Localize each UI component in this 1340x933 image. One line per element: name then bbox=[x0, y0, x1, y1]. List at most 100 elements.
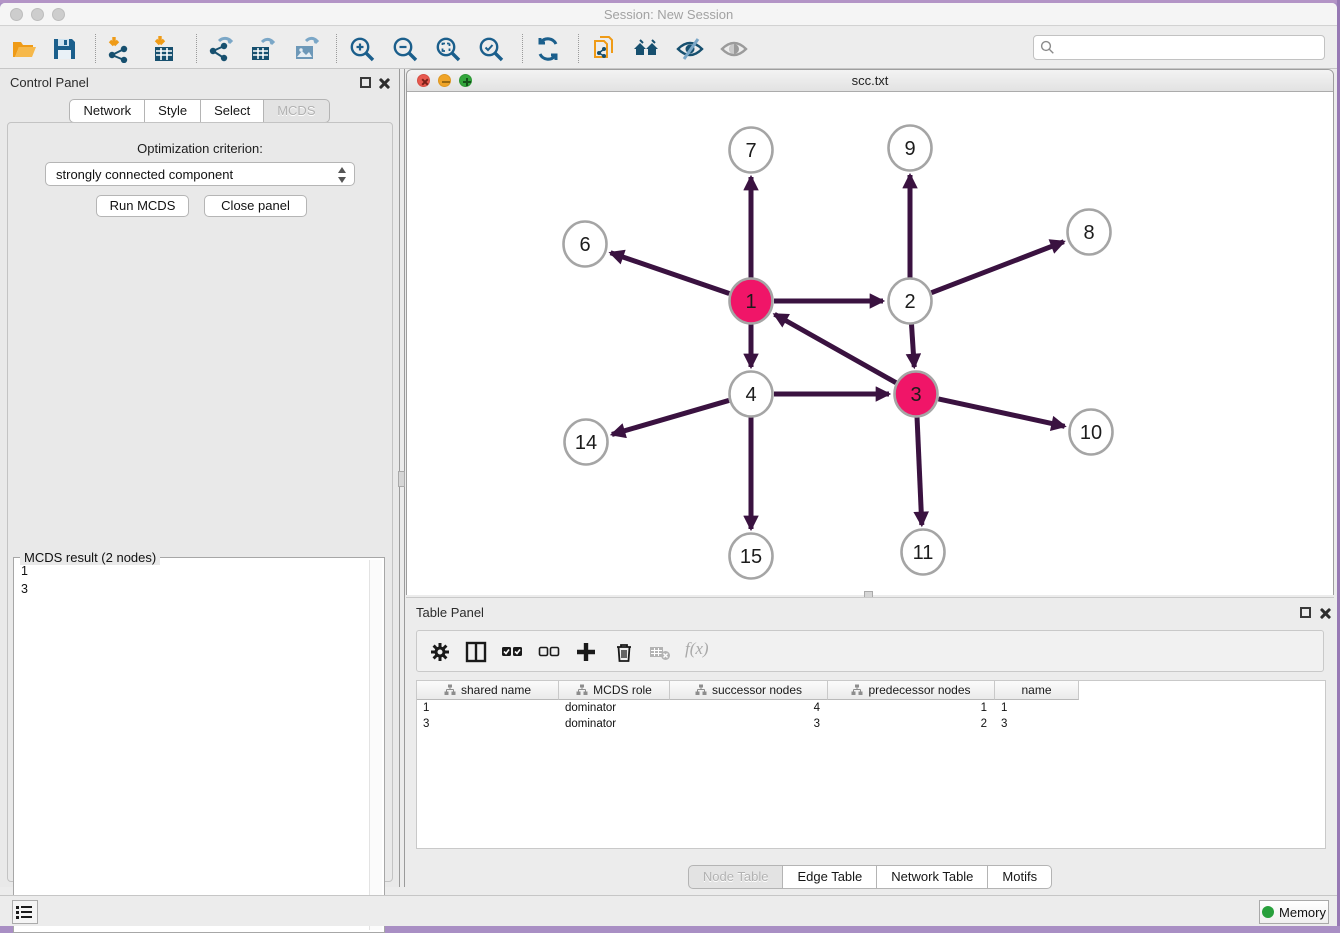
column-header-successor-nodes[interactable]: successor nodes bbox=[670, 681, 828, 700]
graph-node-label: 2 bbox=[904, 291, 915, 313]
open-session-icon[interactable] bbox=[10, 35, 38, 63]
delete-column-icon[interactable] bbox=[613, 641, 635, 663]
edge-4-14[interactable] bbox=[612, 400, 729, 434]
edge-3-11[interactable] bbox=[917, 417, 922, 525]
column-type-icon bbox=[576, 684, 588, 696]
table-row[interactable]: 3dominator323 bbox=[417, 716, 1325, 732]
optimization-criterion-label: Optimization criterion: bbox=[8, 141, 392, 156]
table-cell[interactable]: 2 bbox=[828, 716, 995, 732]
close-panel-icon[interactable] bbox=[377, 77, 390, 90]
titlebar: Session: New Session bbox=[0, 3, 1337, 26]
eye-disabled-icon bbox=[720, 35, 748, 63]
split-panel-icon[interactable] bbox=[465, 641, 487, 663]
table-panel: Table Panel bbox=[406, 597, 1334, 893]
edge-3-10[interactable] bbox=[938, 399, 1064, 426]
criterion-select[interactable]: strongly connected component bbox=[45, 162, 355, 186]
graph-node-label: 8 bbox=[1083, 222, 1094, 244]
zoom-out-icon[interactable] bbox=[391, 35, 419, 63]
save-session-icon[interactable] bbox=[50, 35, 78, 63]
graph-node-label: 7 bbox=[745, 140, 756, 162]
zoom-fit-icon[interactable] bbox=[434, 35, 462, 63]
export-image-icon[interactable] bbox=[292, 35, 320, 63]
run-mcds-button[interactable]: Run MCDS bbox=[96, 195, 189, 217]
edge-1-6[interactable] bbox=[611, 253, 730, 294]
select-all-icon[interactable] bbox=[501, 641, 523, 663]
tab-style[interactable]: Style bbox=[145, 99, 201, 123]
mcds-result-list[interactable]: 13 bbox=[14, 562, 384, 598]
export-table-icon[interactable] bbox=[248, 35, 276, 63]
column-type-icon bbox=[444, 684, 456, 696]
column-header-name[interactable]: name bbox=[995, 681, 1079, 700]
table-cell[interactable]: 3 bbox=[670, 716, 828, 732]
network-graph[interactable]: 7968124314101511 bbox=[407, 92, 1333, 595]
result-scrollbar[interactable] bbox=[369, 560, 382, 930]
memory-button[interactable]: Memory bbox=[1259, 900, 1329, 924]
zoom-selected-icon[interactable] bbox=[477, 35, 505, 63]
node-table-body: 1dominator4113dominator323 bbox=[417, 700, 1325, 732]
tab-mcds[interactable]: MCDS bbox=[264, 99, 329, 123]
table-cell[interactable]: 1 bbox=[995, 700, 1079, 716]
table-cell[interactable]: 1 bbox=[828, 700, 995, 716]
refresh-view-icon[interactable] bbox=[534, 35, 562, 63]
table-settings-icon[interactable] bbox=[429, 641, 451, 663]
network-canvas[interactable]: 7968124314101511 bbox=[407, 92, 1333, 595]
column-header-MCDS-role[interactable]: MCDS role bbox=[559, 681, 670, 700]
first-neighbors-icon[interactable] bbox=[632, 35, 660, 63]
table-cell[interactable]: 1 bbox=[417, 700, 559, 716]
table-cell[interactable]: dominator bbox=[559, 700, 670, 716]
network-window-titlebar: scc.txt bbox=[407, 70, 1333, 92]
import-table-icon[interactable] bbox=[150, 35, 178, 63]
table-tab-edge-table[interactable]: Edge Table bbox=[783, 865, 877, 889]
search-input[interactable] bbox=[1055, 36, 1324, 59]
mcds-result-box: MCDS result (2 nodes) 13 bbox=[13, 557, 385, 933]
add-column-icon[interactable] bbox=[575, 641, 597, 663]
zoom-in-icon[interactable] bbox=[348, 35, 376, 63]
node-table[interactable]: shared nameMCDS rolesuccessor nodesprede… bbox=[416, 680, 1326, 849]
graph-node-label: 3 bbox=[910, 384, 921, 406]
toolbar-separator bbox=[522, 34, 523, 63]
function-builder-icon: f(x) bbox=[685, 639, 707, 661]
edge-3-1[interactable] bbox=[775, 314, 896, 382]
main-toolbar bbox=[0, 27, 1337, 69]
table-cell[interactable]: 3 bbox=[995, 716, 1079, 732]
table-float-icon[interactable] bbox=[1300, 607, 1311, 618]
table-tab-network-table[interactable]: Network Table bbox=[877, 865, 988, 889]
criterion-select-value: strongly connected component bbox=[56, 167, 233, 182]
table-cell[interactable]: 4 bbox=[670, 700, 828, 716]
close-panel-button[interactable]: Close panel bbox=[204, 195, 307, 217]
toolbar-separator bbox=[336, 34, 337, 63]
edge-2-3[interactable] bbox=[911, 324, 914, 367]
column-type-icon bbox=[695, 684, 707, 696]
vertical-splitter-handle[interactable] bbox=[398, 471, 405, 487]
toolbar-separator bbox=[95, 34, 96, 63]
clone-network-icon[interactable] bbox=[590, 35, 618, 63]
table-cell[interactable]: dominator bbox=[559, 716, 670, 732]
table-cell[interactable]: 3 bbox=[417, 716, 559, 732]
table-tab-node-table[interactable]: Node Table bbox=[688, 865, 784, 889]
export-network-icon[interactable] bbox=[206, 35, 234, 63]
column-header-shared-name[interactable]: shared name bbox=[417, 681, 559, 700]
import-network-icon[interactable] bbox=[104, 35, 132, 63]
tab-network[interactable]: Network bbox=[69, 99, 145, 123]
graph-node-label: 9 bbox=[904, 138, 915, 160]
graph-node-label: 10 bbox=[1080, 422, 1102, 444]
task-history-button[interactable] bbox=[12, 900, 38, 924]
toolbar-separator bbox=[578, 34, 579, 63]
search-box[interactable] bbox=[1033, 35, 1325, 60]
unselect-all-icon[interactable] bbox=[538, 641, 560, 663]
float-panel-icon[interactable] bbox=[360, 77, 371, 88]
column-type-icon bbox=[851, 684, 863, 696]
network-window-title: scc.txt bbox=[407, 73, 1333, 88]
table-row[interactable]: 1dominator411 bbox=[417, 700, 1325, 716]
table-tab-motifs[interactable]: Motifs bbox=[988, 865, 1052, 889]
edge-2-8[interactable] bbox=[931, 242, 1063, 293]
memory-status-icon bbox=[1262, 906, 1274, 918]
result-item: 3 bbox=[14, 580, 384, 598]
table-close-icon[interactable] bbox=[1318, 607, 1331, 620]
select-stepper-icon bbox=[338, 167, 347, 183]
show-hide-graphics-icon[interactable] bbox=[676, 35, 704, 63]
graph-node-label: 11 bbox=[913, 542, 934, 564]
column-header-predecessor-nodes[interactable]: predecessor nodes bbox=[828, 681, 995, 700]
task-list-icon bbox=[13, 901, 37, 923]
tab-select[interactable]: Select bbox=[201, 99, 264, 123]
